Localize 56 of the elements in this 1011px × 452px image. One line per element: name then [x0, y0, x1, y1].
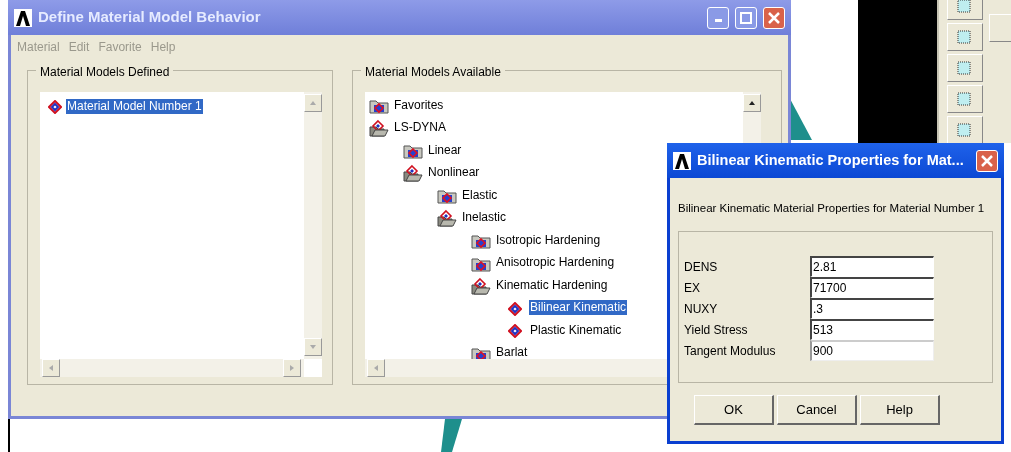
vertical-scrollbar[interactable]	[304, 92, 322, 359]
material-icon	[508, 321, 522, 340]
tree-item[interactable]: Barlat	[495, 345, 529, 361]
input-field[interactable]: 513	[810, 319, 934, 341]
ok-button[interactable]: OK	[694, 395, 774, 426]
dialog-heading: Bilinear Kinematic Material Properties for Material Number 1	[677, 201, 986, 216]
toolbar-button[interactable]	[947, 54, 983, 82]
material-icon	[48, 97, 62, 116]
list-item[interactable]: Material Model Number 1	[66, 98, 203, 114]
tree-item[interactable]: LS-DYNA	[393, 120, 447, 136]
close-button[interactable]	[976, 149, 998, 172]
tree-item[interactable]: Plastic Kinematic	[529, 322, 623, 338]
input-field[interactable]: .3	[810, 298, 934, 320]
maximize-icon	[740, 11, 752, 24]
close-icon	[981, 154, 993, 167]
field-label: Yield Stress	[684, 321, 749, 339]
close-button[interactable]	[763, 6, 785, 29]
scroll-up-icon	[310, 101, 316, 105]
field-label: DENS	[684, 258, 719, 276]
input-field[interactable]: 2.81	[810, 256, 934, 278]
scroll-right-icon	[290, 365, 294, 371]
input-field[interactable]: 900	[810, 340, 934, 362]
field-label: EX	[684, 279, 701, 297]
toolbar-button[interactable]	[989, 14, 1011, 42]
tree-item[interactable]: Inelastic	[461, 210, 508, 226]
tree-item[interactable]: Kinematic Hardening	[495, 277, 609, 293]
maximize-button[interactable]	[735, 6, 757, 29]
tree-item[interactable]: Linear	[427, 142, 463, 158]
toolbar-button[interactable]	[947, 85, 983, 113]
toolbar-button[interactable]	[947, 116, 983, 144]
field-label: Tangent Modulus	[684, 342, 777, 360]
cancel-button[interactable]: Cancel	[777, 395, 857, 426]
model-shape	[441, 419, 462, 452]
tree-item[interactable]: Favorites	[393, 97, 445, 113]
dialog-title: Bilinear Kinematic Properties for Mat...	[697, 150, 965, 170]
app-logo-icon	[673, 151, 691, 170]
tree-item[interactable]: Bilinear Kinematic	[529, 300, 628, 316]
scroll-up-icon	[749, 101, 755, 105]
toolbar-button[interactable]	[947, 0, 983, 20]
tree-item[interactable]: Elastic	[461, 187, 499, 203]
tree-item[interactable]: Anisotropic Hardening	[495, 255, 616, 271]
close-icon	[768, 11, 780, 24]
scroll-down-icon	[310, 345, 316, 349]
minimize-icon	[714, 19, 722, 22]
scroll-left-icon	[49, 365, 53, 371]
app-logo-icon	[14, 8, 32, 27]
scroll-left-icon	[374, 365, 378, 371]
toolbar-button[interactable]	[947, 23, 983, 51]
tree-item[interactable]: Nonlinear	[427, 165, 481, 181]
window-title: Define Material Model Behavior	[38, 7, 262, 28]
input-field[interactable]: 71700	[810, 277, 934, 299]
minimize-button[interactable]	[707, 6, 729, 29]
help-button[interactable]: Help	[860, 395, 940, 426]
tree-item[interactable]: Isotropic Hardening	[495, 232, 602, 248]
field-label: NUXY	[684, 300, 719, 318]
horizontal-scrollbar[interactable]	[40, 359, 304, 377]
